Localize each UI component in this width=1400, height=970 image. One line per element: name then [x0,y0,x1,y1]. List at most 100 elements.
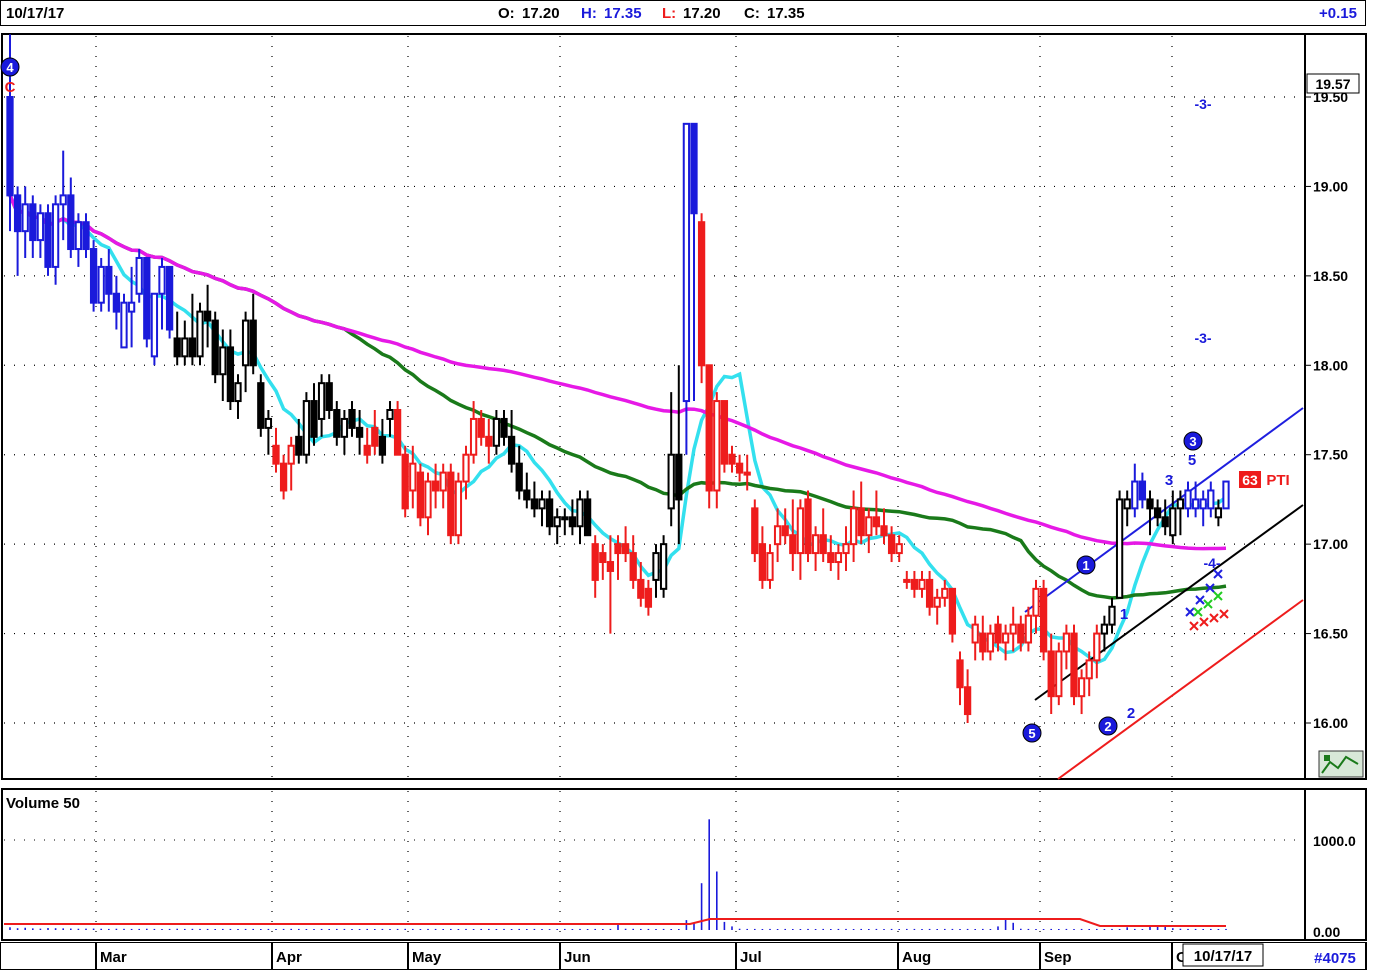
candle-body [1024,614,1033,644]
candle-body [1222,480,1230,510]
candle-body [36,212,45,242]
chart-thumbnail-icon[interactable] [1318,750,1364,778]
candle-body [659,543,668,590]
candle-body [203,310,212,322]
candle-body [500,417,508,438]
candle-body [796,507,805,555]
candle-body [994,623,1002,644]
candle-body [933,596,941,608]
candle-body [317,382,326,420]
month-label: Aug [902,949,931,966]
candle-body [713,400,721,492]
candle-body [583,498,592,537]
candle-body [219,346,227,376]
last-price-text: 19.57 [1315,76,1350,92]
chart-id: #4075 [1314,950,1356,967]
candle-body [211,319,219,376]
pti-value: 63 [1242,472,1258,488]
candle-body [1176,498,1185,510]
candle-body [507,435,516,465]
candle-body [378,435,387,456]
candle-body [333,409,341,438]
price-tick-label: 17.50 [1313,447,1348,463]
candle-body [963,686,972,716]
candle-body [804,498,812,555]
candle-body [234,382,242,403]
candle-body [758,543,767,581]
candle-body [1100,623,1109,635]
candle-body [667,453,675,510]
candle-body [173,337,181,358]
candle-body [272,444,280,465]
month-label: Sep [1044,949,1072,966]
candle-body [1123,498,1131,510]
candle-body [553,516,561,528]
candle-body [1199,498,1207,510]
candle-body [67,194,75,251]
candle-body [257,382,265,429]
candle-body [811,534,820,555]
candle-body [424,480,432,519]
candle-body [135,256,143,295]
candle-body [112,292,121,313]
candle-body [530,498,539,510]
candle-body [1039,587,1048,653]
candle-body [469,417,478,456]
price-tick-label: 17.00 [1313,536,1348,552]
candle-body [462,453,470,483]
candle-body [637,578,645,599]
pti-label: PTI [1266,472,1289,489]
candle-body [865,516,873,537]
candle-body [89,248,98,304]
candle-body [279,462,288,492]
candle-body [1093,632,1101,662]
candle-body [393,409,402,456]
x-axis-bar: Mar Apr May Jun Jul Aug Sep O 10/17/17 #4075 [0,942,1400,970]
candle-body [150,292,159,358]
candle-body [143,256,151,340]
candle-body [842,543,850,555]
candle-body [971,623,979,644]
candle-body [1070,632,1078,698]
price-tick-label: 19.00 [1313,178,1348,194]
candle-body [986,632,995,653]
price-tick-label: 18.00 [1313,357,1348,373]
candle-body [766,552,774,581]
candle-body [614,543,622,555]
candle-body [705,364,713,492]
candle-body [827,552,835,564]
candle-body [857,507,865,537]
month-label: Jul [740,949,762,966]
candle-body [492,417,501,447]
price-tick-label: 18.50 [1313,268,1348,284]
candle-body [44,212,52,268]
month-label: Mar [100,949,127,966]
candle-body [545,498,554,528]
candle-body [910,578,919,590]
candle-body [956,659,964,689]
subwave-1: 1 [1120,606,1128,623]
candle-body [925,578,934,608]
candle-body [249,319,257,367]
current-date-text: 10/17/17 [1194,948,1252,965]
candle-body [127,301,136,313]
candle-body [720,400,729,465]
fib-marker-lower: -4- [1203,555,1220,571]
candle-body [979,632,987,653]
candle-body [1184,489,1192,510]
candle-body [447,471,455,537]
month-label: May [412,949,442,966]
candle-body [355,426,364,438]
price-chart[interactable]: 19.5019.0018.5018.0017.5017.0016.5016.00… [0,0,1400,970]
candle-body [97,265,105,304]
wave-4-marker-label: 4 [6,60,14,75]
wave-c-label: C [5,79,16,96]
candle-body [29,203,37,242]
month-label: Apr [276,949,302,966]
candle-body [880,525,888,537]
candle-body [834,552,843,564]
candle-body [652,552,660,581]
candle-body [682,122,691,403]
candle-body [13,194,22,233]
candle-body [1214,507,1223,519]
